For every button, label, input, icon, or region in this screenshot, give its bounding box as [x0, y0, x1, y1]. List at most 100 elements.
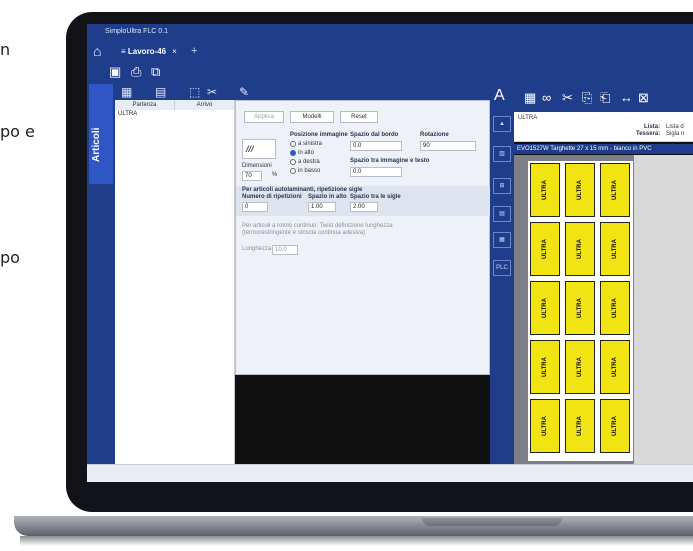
- layout-icon[interactable]: ▤: [493, 206, 511, 222]
- label-cell-text: ULTRA: [577, 239, 583, 259]
- preview-toolbar: A ▦ ∞ ✂ ⎘ ⎗ ↔ ⊠: [490, 84, 693, 112]
- table-icon[interactable]: ▤: [155, 84, 166, 100]
- preview-header: ULTRA Lista: Lista d Tessera: Sigla n: [514, 112, 693, 142]
- image-preview[interactable]: ///: [242, 139, 276, 159]
- label-cell[interactable]: ULTRA: [600, 222, 630, 276]
- dimensions-field[interactable]: 70: [242, 171, 262, 181]
- position-label: Posizione immagine: [290, 132, 348, 138]
- label-cell[interactable]: ULTRA: [600, 163, 630, 217]
- length-field[interactable]: 10.0: [272, 245, 298, 255]
- close-icon[interactable]: ×: [172, 47, 177, 56]
- save-icon[interactable]: ▣: [109, 64, 121, 80]
- radio-left[interactable]: [290, 141, 296, 147]
- window-title: SimploUltra FLC 0.1: [87, 24, 693, 40]
- print-icon[interactable]: ⎙: [131, 64, 141, 80]
- label-cell[interactable]: ULTRA: [600, 281, 630, 335]
- repetitions-label: Numero di ripetizioni: [242, 194, 302, 200]
- radio-top-label: in alto: [298, 150, 315, 156]
- label-cell[interactable]: ULTRA: [530, 399, 560, 453]
- barcode-icon[interactable]: ▥: [493, 146, 511, 162]
- label-cell-text: ULTRA: [577, 180, 583, 200]
- rotation-select[interactable]: 90: [420, 141, 476, 151]
- image-icon[interactable]: ▲: [493, 116, 511, 132]
- label-cell-text: ULTRA: [612, 416, 618, 436]
- left-sidebar: Articoli: [87, 84, 115, 464]
- radio-right[interactable]: [290, 159, 296, 165]
- sigle-space-field[interactable]: 2.00: [350, 202, 378, 212]
- label-cell[interactable]: ULTRA: [565, 399, 595, 453]
- label-cell[interactable]: ULTRA: [530, 281, 560, 335]
- column-header-arrivo[interactable]: Arrivo: [175, 100, 235, 110]
- radio-top[interactable]: [290, 150, 296, 156]
- plc-button[interactable]: PLC: [493, 260, 511, 276]
- dimensions-unit: %: [272, 172, 278, 178]
- repetitions-field[interactable]: 0: [242, 202, 268, 212]
- copy-icon[interactable]: ⎘: [582, 90, 592, 106]
- labels-grid: ULTRA ULTRA ULTRA ULTRA ULTRA ULTRA ULTRA ULTRA…: [528, 161, 633, 461]
- table-row[interactable]: ULTRA: [118, 111, 137, 117]
- border-field[interactable]: 0.0: [350, 141, 402, 151]
- main-toolbar: ▣ ⎙ ⧉: [87, 62, 693, 84]
- sidebar-tab-articoli[interactable]: Articoli: [89, 84, 113, 184]
- radio-bottom[interactable]: [290, 168, 296, 174]
- label-sheet-preview: ULTRA ULTRA ULTRA ULTRA ULTRA ULTRA ULTRA ULTRA…: [514, 155, 693, 464]
- list-label: Lista:: [644, 124, 661, 130]
- status-bar: [87, 464, 693, 482]
- glasses-icon[interactable]: ∞: [542, 90, 551, 106]
- label-cell[interactable]: ULTRA: [530, 222, 560, 276]
- cut-icon[interactable]: ✂: [207, 84, 217, 100]
- select-icon[interactable]: ⬚: [189, 84, 200, 100]
- grid-icon[interactable]: ▦: [121, 84, 132, 100]
- radio-left-label: a sinistra: [298, 141, 323, 147]
- label-cell[interactable]: ULTRA: [565, 340, 595, 394]
- table-layout-icon[interactable]: ▦: [493, 232, 511, 248]
- preview-value: ULTRA: [518, 115, 538, 121]
- background-text-fragment: po e: [0, 122, 35, 141]
- label-cell[interactable]: ULTRA: [600, 340, 630, 394]
- label-cell[interactable]: ULTRA: [530, 340, 560, 394]
- add-tab-button[interactable]: +: [191, 43, 197, 59]
- laptop-screen: SimploUltra FLC 0.1 ⌂ ≡ Lavoro-46 × + ▣ ⎙…: [87, 24, 693, 482]
- list-value: Lista d: [666, 124, 684, 130]
- tab-lavoro[interactable]: ≡ Lavoro-46 ×: [115, 43, 183, 61]
- label-cell-text: ULTRA: [577, 298, 583, 318]
- label-cell-text: ULTRA: [542, 298, 548, 318]
- pin-icon[interactable]: ✎: [239, 84, 249, 100]
- home-icon[interactable]: ⌂: [93, 43, 101, 59]
- grid-view-icon[interactable]: ▦: [524, 90, 536, 106]
- label-cell[interactable]: ULTRA: [565, 281, 595, 335]
- article-table: Partenza Arrivo ULTRA: [115, 100, 235, 464]
- img-text-field[interactable]: 0.0: [350, 167, 402, 177]
- paste-icon[interactable]: ⎗: [600, 90, 610, 106]
- roll-label: Per articoli a rotolo continuo: Twist de…: [242, 223, 393, 229]
- label-cell[interactable]: ULTRA: [565, 222, 595, 276]
- layout-text-icon[interactable]: A: [494, 88, 505, 104]
- radio-bottom-label: in basso: [298, 168, 321, 174]
- reset-button[interactable]: Reset: [340, 111, 378, 123]
- sidebar-label: Articoli: [91, 127, 102, 162]
- background-text-fragment: po: [0, 248, 20, 267]
- laptop-base-top: [14, 516, 693, 536]
- background-text-fragment: n: [0, 40, 11, 59]
- article-toolbar: ▦ ▤ ⬚ ✂ ✎: [115, 84, 490, 100]
- insert-icon[interactable]: ⊞: [493, 178, 511, 194]
- scissors-icon[interactable]: ✂: [562, 90, 573, 106]
- label-cell[interactable]: ULTRA: [565, 163, 595, 217]
- apply-button[interactable]: Applica: [244, 111, 284, 123]
- dimensions-label: Dimensioni: [242, 163, 272, 169]
- laptop-base-notch: [422, 518, 562, 526]
- sigle-space-label: Spazio tra le sigle: [350, 194, 401, 200]
- label-cell[interactable]: ULTRA: [530, 163, 560, 217]
- models-button[interactable]: Modelli: [290, 111, 334, 123]
- print-preview-icon[interactable]: ⧉: [151, 64, 160, 80]
- label-cell-text: ULTRA: [542, 416, 548, 436]
- top-space-field[interactable]: 1.00: [308, 202, 336, 212]
- resize-width-icon[interactable]: ↔: [620, 90, 633, 106]
- self-lam-label: Per articoli autolaminanti, ripetizione …: [242, 187, 363, 193]
- fit-icon[interactable]: ⊠: [638, 90, 649, 106]
- tab-label: Lavoro-46: [127, 47, 167, 56]
- column-header-partenza[interactable]: Partenza: [115, 100, 175, 110]
- label-cell-text: ULTRA: [577, 357, 583, 377]
- image-settings-panel: Applica Modelli Reset /// Posizione imma…: [235, 100, 491, 375]
- label-cell[interactable]: ULTRA: [600, 399, 630, 453]
